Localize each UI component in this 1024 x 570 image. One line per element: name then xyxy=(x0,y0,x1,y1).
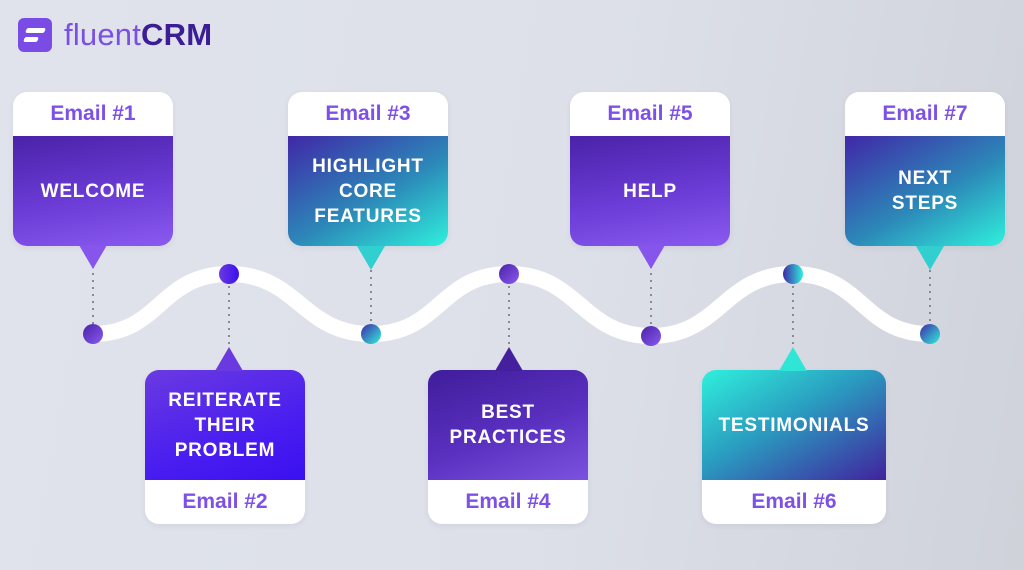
node-dot-3 xyxy=(361,324,381,344)
card-pointer-2 xyxy=(215,347,243,371)
email-label: Email #7 xyxy=(845,92,1005,136)
email-card-4: BEST PRACTICES Email #4 xyxy=(428,370,588,524)
email-title: TESTIMONIALS xyxy=(702,370,886,480)
card-pointer-3 xyxy=(357,246,385,270)
email-label: Email #1 xyxy=(13,92,173,136)
email-label: Email #2 xyxy=(145,480,305,524)
node-dot-1 xyxy=(83,324,103,344)
email-card-2: REITERATE THEIR PROBLEM Email #2 xyxy=(145,370,305,524)
node-dot-6 xyxy=(783,264,803,284)
node-dot-2 xyxy=(219,264,239,284)
card-pointer-1 xyxy=(79,245,107,269)
email-card-1: Email #1 WELCOME xyxy=(13,92,173,246)
email-title: NEXT STEPS xyxy=(845,136,1005,246)
node-dot-5 xyxy=(641,326,661,346)
node-dot-7 xyxy=(920,324,940,344)
email-title: WELCOME xyxy=(13,136,173,246)
email-title: REITERATE THEIR PROBLEM xyxy=(145,370,305,480)
card-pointer-4 xyxy=(495,347,523,371)
email-title: HIGHLIGHT CORE FEATURES xyxy=(288,136,448,246)
email-label: Email #3 xyxy=(288,92,448,136)
email-card-7: Email #7 NEXT STEPS xyxy=(845,92,1005,246)
email-card-5: Email #5 HELP xyxy=(570,92,730,246)
email-label: Email #6 xyxy=(702,480,886,524)
email-card-6: TESTIMONIALS Email #6 xyxy=(702,370,886,524)
card-pointer-5 xyxy=(637,245,665,269)
email-label: Email #5 xyxy=(570,92,730,136)
email-label: Email #4 xyxy=(428,480,588,524)
node-dot-4 xyxy=(499,264,519,284)
email-card-3: Email #3 HIGHLIGHT CORE FEATURES xyxy=(288,92,448,246)
card-pointer-6 xyxy=(779,347,807,371)
email-title: BEST PRACTICES xyxy=(428,370,588,480)
email-title: HELP xyxy=(570,136,730,246)
card-pointer-7 xyxy=(916,246,944,270)
